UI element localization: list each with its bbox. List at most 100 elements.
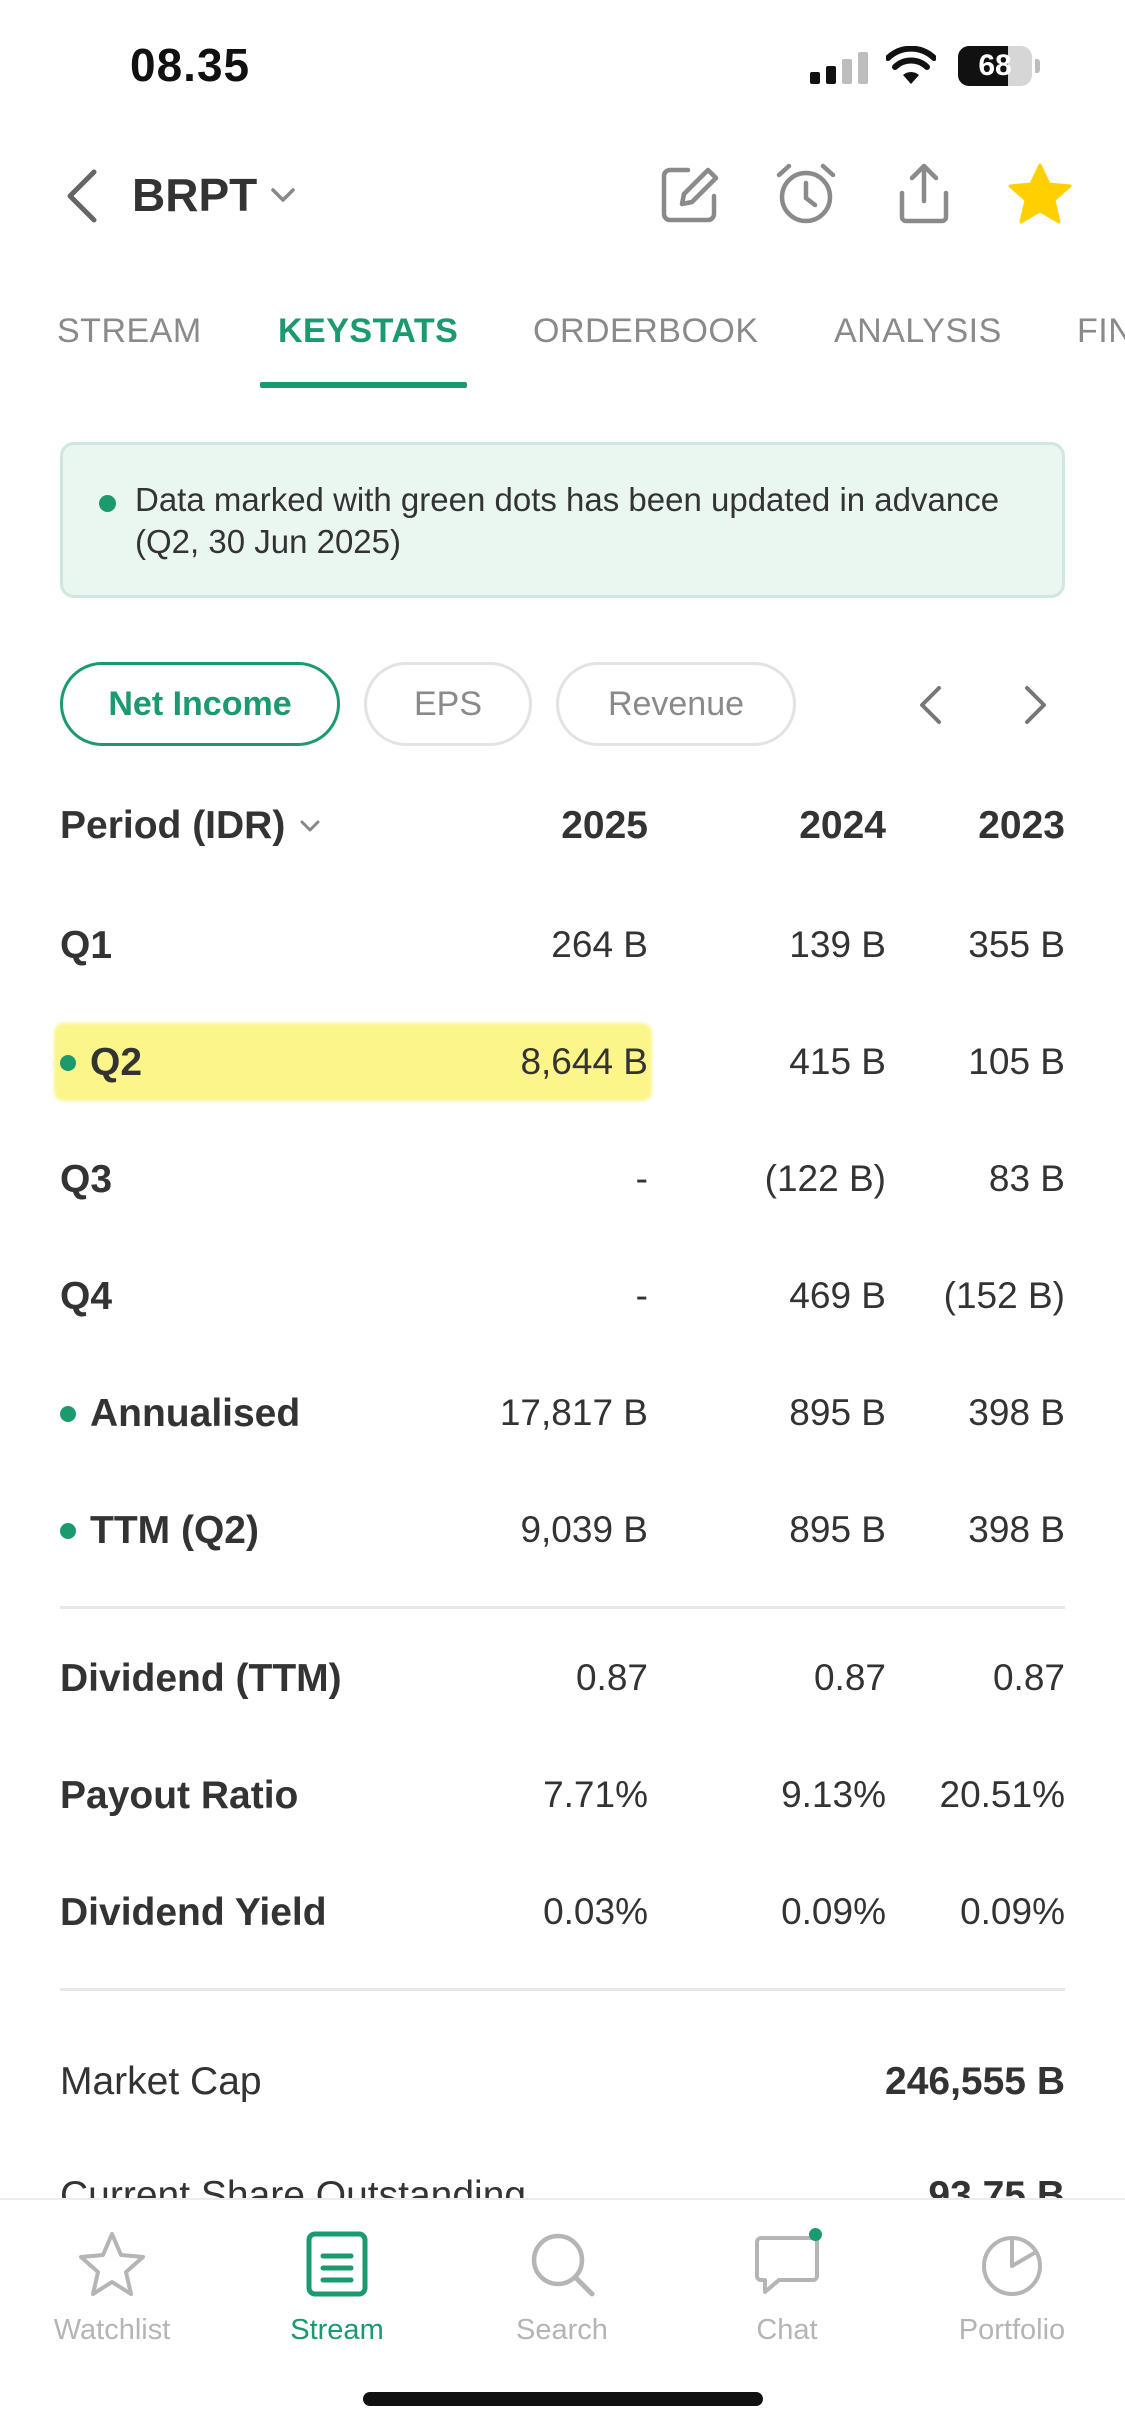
- pie-chart-icon: [982, 2236, 1042, 2296]
- table-cell: (122 B): [764, 1158, 886, 1199]
- table-cell: 8,644 B: [520, 1041, 648, 1082]
- table-cell: 83 B: [988, 1158, 1065, 1199]
- table-cell: 264 B: [551, 924, 648, 965]
- table-header: Period (IDR) 2025 2024 2023: [60, 770, 1065, 886]
- table-cell: 0.87: [575, 1657, 648, 1698]
- status-bar: 08.35 68: [0, 0, 1125, 130]
- edit-icon: [661, 167, 719, 223]
- table-cell: 355 B: [968, 924, 1065, 965]
- chevron-down-icon: [271, 188, 295, 202]
- notification-dot: [809, 2228, 822, 2241]
- tab-keystats[interactable]: KEYSTATS: [278, 312, 458, 351]
- green-dot-icon: [60, 1406, 76, 1422]
- table-row-annualised: Annualised 17,817 B 895 B 398 B: [60, 1354, 1065, 1471]
- table-row-dividend-yield: Dividend Yield 0.03% 0.09% 0.09%: [60, 1853, 1065, 1970]
- table-cell: 9,039 B: [520, 1509, 648, 1550]
- row-label: Q3: [60, 1158, 113, 1201]
- table-cell: 17,817 B: [499, 1392, 648, 1433]
- search-icon: [531, 2233, 595, 2297]
- cellular-signal-icon: [810, 52, 868, 84]
- row-label: Annualised: [90, 1392, 301, 1435]
- nav-stream[interactable]: Stream: [237, 2224, 437, 2374]
- year-header: 2025: [561, 804, 648, 847]
- nav-search[interactable]: Search: [462, 2224, 662, 2374]
- row-label: Q1: [60, 924, 113, 967]
- table-cell: 105 B: [968, 1041, 1065, 1082]
- star-filled-icon: [1008, 163, 1072, 224]
- row-label-wrap: TTM (Q2): [60, 1509, 259, 1553]
- nav-label: Portfolio: [958, 2314, 1066, 2346]
- table-cell: 7.71%: [543, 1774, 648, 1815]
- period-label: Period (IDR): [60, 804, 286, 847]
- table-row-ttm: TTM (Q2) 9,039 B 895 B 398 B: [60, 1471, 1065, 1588]
- table-cell: 895 B: [789, 1509, 886, 1550]
- alarm-clock-icon: [776, 163, 836, 224]
- table-cell: 0.09%: [960, 1891, 1065, 1932]
- period-selector[interactable]: Period (IDR): [60, 804, 321, 848]
- table-cell: 139 B: [789, 924, 886, 965]
- table-cell: 469 B: [789, 1275, 886, 1316]
- tab-analysis[interactable]: ANALYSIS: [834, 312, 1002, 351]
- row-label: Dividend (TTM): [60, 1657, 342, 1700]
- chevron-down-icon: [300, 820, 320, 832]
- nav-watchlist[interactable]: Watchlist: [12, 2224, 212, 2374]
- chip-revenue[interactable]: Revenue: [556, 662, 796, 746]
- row-label: TTM (Q2): [90, 1509, 259, 1552]
- tab-financials[interactable]: FIN: [1077, 312, 1125, 351]
- price-alert-button[interactable]: [768, 156, 844, 232]
- previous-metric-button[interactable]: [900, 670, 960, 740]
- table-cell: 415 B: [789, 1041, 886, 1082]
- table-cell: 895 B: [789, 1392, 886, 1433]
- table-cell: 0.09%: [781, 1891, 886, 1932]
- share-button[interactable]: [886, 156, 962, 232]
- edit-note-button[interactable]: [652, 156, 728, 232]
- tab-stream[interactable]: STREAM: [57, 312, 202, 351]
- row-label: Payout Ratio: [60, 1774, 299, 1817]
- back-button[interactable]: [52, 158, 112, 234]
- battery-level: 68: [978, 49, 1012, 82]
- row-label: Q2: [90, 1041, 143, 1084]
- market-cap-label: Market Cap: [60, 2060, 262, 2103]
- watchlist-star-button[interactable]: [1002, 156, 1078, 232]
- info-banner: Data marked with green dots has been upd…: [60, 442, 1065, 598]
- chip-net-income[interactable]: Net Income: [60, 662, 340, 746]
- chip-eps[interactable]: EPS: [364, 662, 532, 746]
- header: BRPT: [0, 130, 1125, 260]
- table-cell: (152 B): [943, 1275, 1065, 1316]
- chevron-left-icon: [920, 686, 941, 724]
- table-row-q2: Q2 8,644 B 415 B 105 B: [54, 1003, 1065, 1120]
- table-cell: 20.51%: [939, 1774, 1066, 1815]
- nav-label: Stream: [290, 2314, 384, 2346]
- next-metric-button[interactable]: [1006, 670, 1066, 740]
- star-outline-icon: [79, 2232, 145, 2296]
- ticker-selector[interactable]: BRPT: [132, 160, 297, 230]
- table-cell: 9.13%: [781, 1774, 886, 1815]
- tab-bar: STREAM KEYSTATS ORDERBOOK ANALYSIS FIN: [0, 290, 1125, 390]
- table-cell: 0.87: [992, 1657, 1065, 1698]
- green-dot-icon: [99, 495, 116, 512]
- table-cell: -: [635, 1158, 648, 1199]
- tab-orderbook[interactable]: ORDERBOOK: [533, 312, 759, 351]
- nav-label: Watchlist: [53, 2314, 171, 2346]
- table-cell: 0.87: [813, 1657, 886, 1698]
- table-row-q4: Q4 - 469 B (152 B): [60, 1237, 1065, 1354]
- market-cap-value: 246,555 B: [885, 2060, 1065, 2103]
- nav-chat[interactable]: Chat: [687, 2224, 887, 2374]
- nav-label: Search: [516, 2314, 608, 2346]
- wifi-icon: [886, 46, 936, 84]
- nav-portfolio[interactable]: Portfolio: [912, 2224, 1112, 2374]
- row-label-wrap: Q2: [60, 1041, 142, 1085]
- green-dot-icon: [60, 1523, 76, 1539]
- table-cell: -: [635, 1275, 648, 1316]
- chevron-right-icon: [1025, 686, 1046, 724]
- table-row-q3: Q3 - (122 B) 83 B: [60, 1120, 1065, 1237]
- active-tab-indicator: [260, 382, 467, 388]
- table-row-q1: Q1 264 B 139 B 355 B: [60, 886, 1065, 1003]
- stream-icon: [306, 2231, 368, 2297]
- table-cell: 0.03%: [543, 1891, 648, 1932]
- row-label-wrap: Annualised: [60, 1392, 300, 1436]
- divider: [60, 1606, 1065, 1609]
- table-cell: 398 B: [968, 1509, 1065, 1550]
- ticker-label: BRPT: [132, 169, 258, 221]
- row-label: Q4: [60, 1275, 113, 1318]
